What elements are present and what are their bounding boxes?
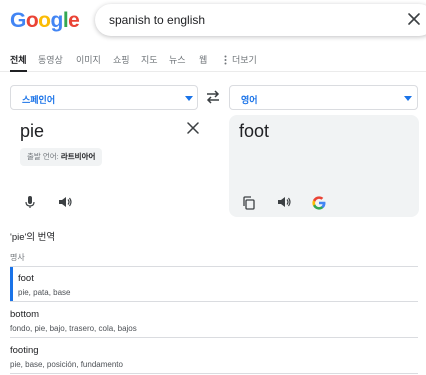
entry-synonyms: fondo, pie, bajo, trasero, cola, bajos <box>10 324 137 333</box>
translation-panel: foot <box>229 115 419 217</box>
logo-letter: o <box>38 9 51 32</box>
swap-languages-icon[interactable] <box>205 90 221 104</box>
divider <box>10 301 418 302</box>
source-text[interactable]: pie <box>20 121 44 142</box>
tab-more[interactable]: 더보기 <box>232 53 257 66</box>
selected-entry-indicator <box>10 267 13 301</box>
detected-language-prefix: 출발 언어: <box>27 152 59 161</box>
dropdown-arrow-icon <box>404 96 412 101</box>
active-tab-indicator <box>10 70 27 72</box>
search-box[interactable]: spanish to english <box>95 4 426 36</box>
clear-source-icon[interactable] <box>186 121 200 135</box>
more-vert-icon[interactable] <box>224 55 227 65</box>
dropdown-arrow-icon <box>185 96 193 101</box>
speaker-icon[interactable] <box>57 194 73 210</box>
part-of-speech-label: 명사 <box>10 253 25 262</box>
logo-letter: G <box>10 9 26 32</box>
logo-letter: g <box>50 9 64 32</box>
tab-news[interactable]: 뉴스 <box>169 53 186 66</box>
entry-synonyms: pie, pata, base <box>18 288 71 297</box>
translation-entry[interactable]: footing pie, base, posición, fundamento <box>10 345 123 369</box>
target-language-label: 영어 <box>241 95 258 105</box>
search-input[interactable]: spanish to english <box>109 13 205 27</box>
logo-letter: e <box>68 9 80 32</box>
google-icon[interactable] <box>311 195 327 211</box>
translations-heading: 'pie'의 번역 <box>10 232 56 243</box>
search-tabs: 전체 동영상 이미지 쇼핑 지도 뉴스 웹 더보기 <box>0 48 426 72</box>
entry-synonyms: pie, base, posición, fundamento <box>10 360 123 369</box>
detected-language-name: 라트비아어 <box>60 152 96 161</box>
translated-text: foot <box>239 121 270 141</box>
tab-web[interactable]: 웹 <box>199 53 207 66</box>
microphone-icon[interactable] <box>22 194 38 210</box>
divider <box>10 373 418 374</box>
entry-word: foot <box>18 273 34 284</box>
target-language-select[interactable]: 영어 <box>229 85 418 110</box>
translation-entry[interactable]: foot pie, pata, base <box>18 273 70 297</box>
close-icon[interactable] <box>405 10 423 28</box>
entry-word: bottom <box>10 309 40 320</box>
speaker-icon[interactable] <box>276 194 292 210</box>
tab-all[interactable]: 전체 <box>10 53 27 66</box>
logo-letter: o <box>25 9 39 32</box>
detected-language-chip[interactable]: 출발 언어: 라트비아어 <box>20 148 103 166</box>
tab-maps[interactable]: 지도 <box>141 53 158 66</box>
google-logo[interactable]: Google <box>10 9 80 33</box>
copy-icon[interactable] <box>241 195 257 211</box>
translation-entry[interactable]: bottom fondo, pie, bajo, trasero, cola, … <box>10 309 137 333</box>
divider <box>10 337 418 338</box>
tab-videos[interactable]: 동영상 <box>38 53 63 66</box>
tab-images[interactable]: 이미지 <box>76 53 101 66</box>
source-language-label: 스페인어 <box>22 95 56 105</box>
tab-shopping[interactable]: 쇼핑 <box>113 53 130 66</box>
divider <box>10 266 418 267</box>
entry-word: footing <box>10 345 39 356</box>
source-language-select[interactable]: 스페인어 <box>10 85 198 110</box>
